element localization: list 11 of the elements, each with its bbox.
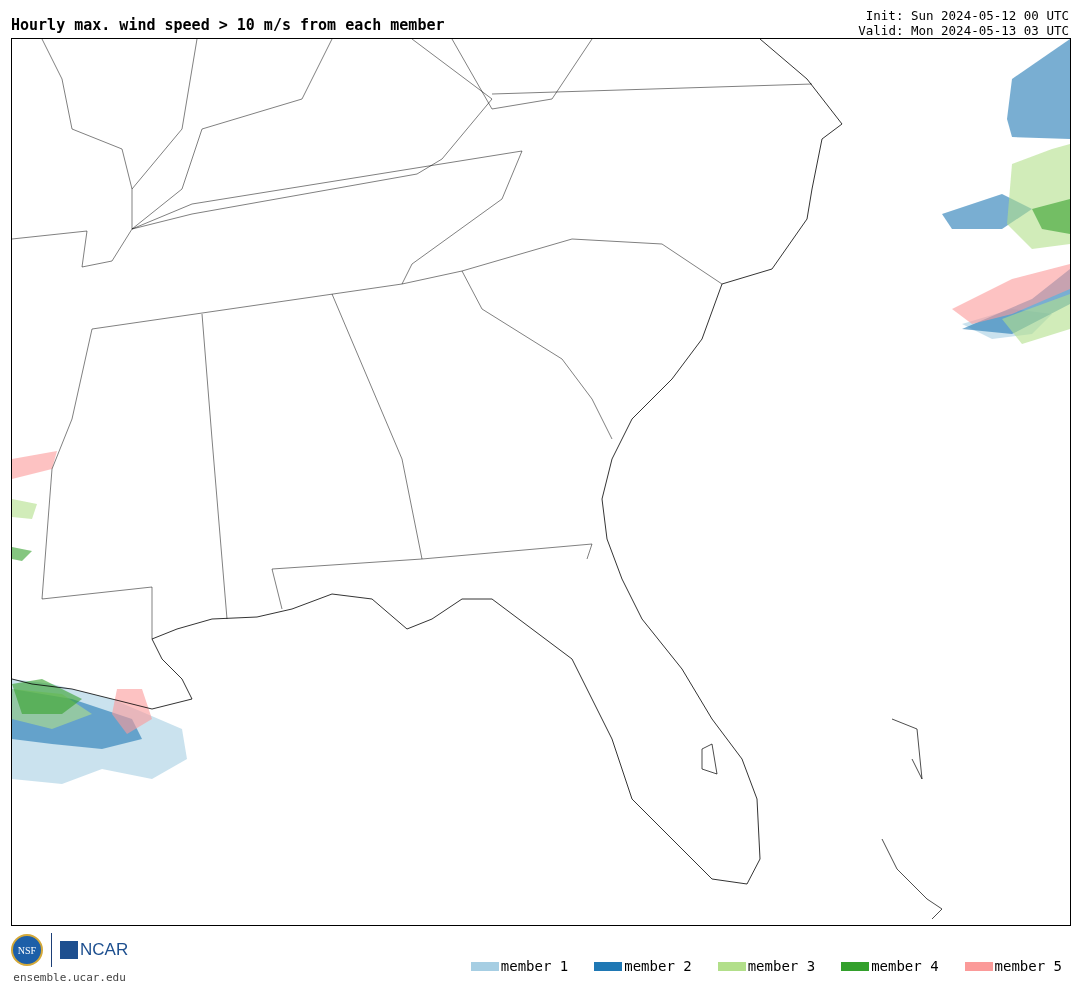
legend-label: member 4 [871,958,939,974]
legend-label: member 2 [624,958,692,974]
legend-label: member 3 [747,958,816,974]
chart-title: Hourly max. wind speed > 10 m/s from each member [11,16,445,36]
valid-time: Valid: Mon 2024-05-13 03 UTC [858,23,1069,38]
ncar-logo: NCAR [60,941,129,959]
legend-label: member 5 [994,958,1062,974]
nsf-logo: NSF [11,934,43,966]
init-time: Init: Sun 2024-05-12 00 UTC [865,8,1069,23]
website-url: ensemble.ucar.edu [13,971,126,984]
legend-label: member 1 [500,958,569,974]
